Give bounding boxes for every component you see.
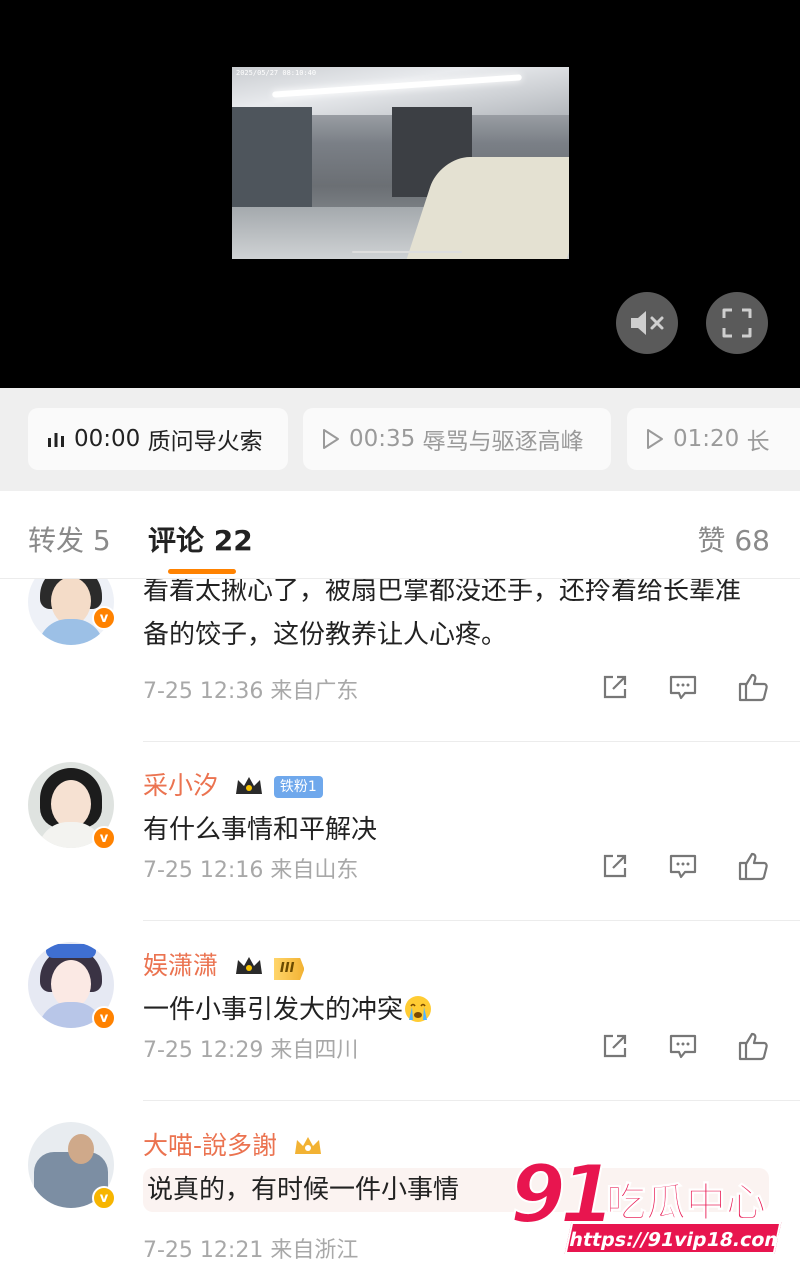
thumbs-up-icon [738,673,768,702]
comment-icon [669,1034,697,1059]
comment-icon [669,675,697,700]
comment-text: 有什么事情和平解决 [143,815,378,845]
reply-button[interactable] [666,1029,700,1063]
video-timestamp: 2025/05/27 08:10:40 [236,69,317,77]
fullscreen-button[interactable] [706,292,768,354]
chapter-item-0[interactable]: 00:00 质问导火索 [28,408,288,470]
share-button[interactable] [598,670,632,704]
play-icon [323,429,339,449]
share-icon [603,1034,627,1058]
crown-icon [235,957,262,974]
like-button[interactable] [736,849,770,883]
thumbs-up-icon [738,852,768,881]
interaction-tabs: 转发 5 评论 22 赞 68 [0,491,800,579]
speaker-mute-icon [631,311,664,335]
comment-text: 看着太揪心了，被扇巴掌都没还手，还拎着给长辈准备的饺子，这份教养让人心疼。 [143,579,742,650]
video-progress-bar[interactable] [352,251,462,253]
member-level-badge: III [273,958,305,980]
chapter-time: 00:35 [349,426,416,452]
chapter-title: 质问导火索 [147,429,263,455]
tab-repost[interactable]: 转发 5 [28,519,111,559]
crying-face-icon [405,996,432,1022]
share-icon [603,675,627,699]
video-player[interactable]: 2025/05/27 08:10:40 [0,0,800,388]
avatar-bow [46,944,96,958]
verified-badge-icon: v [92,1186,116,1210]
chapter-time: 01:20 [673,426,740,452]
crown-icon [235,777,262,794]
verified-badge-icon: v [92,606,116,630]
comment-author-name[interactable]: 采小汐 [143,771,218,800]
avatar-face [68,1134,94,1164]
tab-comments[interactable]: 评论 22 [148,519,253,559]
gold-crown-icon [294,1137,321,1154]
comment-author-name[interactable]: 大喵-說多謝 [143,1131,277,1160]
chapter-title: 辱骂与驱逐高峰 [422,429,584,455]
like-button[interactable] [736,1029,770,1063]
verified-badge-icon: v [92,1006,116,1030]
avatar-face [51,960,91,1008]
share-button[interactable] [598,849,632,883]
comment-divider [143,920,800,921]
play-icon [647,429,663,449]
active-tab-indicator [168,569,236,574]
chapter-item-1[interactable]: 00:35 辱骂与驱逐高峰 [303,408,611,470]
comment-divider [143,741,800,742]
avatar-face [51,780,91,828]
comment-actions [598,849,778,883]
comment-actions [598,670,778,704]
watermark-logo: 91 吃瓜中心 https://91vip18.com [509,1147,790,1256]
mute-button[interactable] [616,292,678,354]
like-button[interactable] [736,670,770,704]
chapter-item-2[interactable]: 01:20 长 [627,408,800,470]
watermark-url: https://91vip18.com [564,1222,787,1254]
watermark-text: 吃瓜中心 [606,1180,767,1227]
comment-meta: 7-25 12:16 来自山东 [143,858,359,883]
share-icon [603,854,627,878]
comment-author: 娱潇潇 III [143,946,305,982]
comment-meta: 7-25 12:29 来自四川 [143,1038,359,1063]
comment-meta: 7-25 12:36 来自广东 [143,679,359,704]
comment-author: 采小汐 铁粉1 [143,766,323,802]
share-button[interactable] [598,1029,632,1063]
comment-icon [669,854,697,879]
chapter-title: 长 [746,429,770,455]
audio-bars-icon [48,433,64,447]
video-scene-wall [232,107,312,217]
comment-text-content: 一件小事引发大的冲突 [143,995,404,1025]
comment-meta: 7-25 12:21 来自浙江 [143,1238,359,1263]
comment-author: 大喵-說多謝 [143,1126,323,1162]
thumbs-up-icon [738,1032,768,1061]
comment-actions [598,1029,778,1063]
chapter-time: 00:00 [74,426,141,452]
tab-likes[interactable]: 赞 68 [697,519,770,559]
verified-badge-icon: v [92,826,116,850]
reply-button[interactable] [666,849,700,883]
video-frame[interactable]: 2025/05/27 08:10:40 [232,67,569,259]
chapter-bar: 00:00 质问导火索 00:35 辱骂与驱逐高峰 01:20 长 [0,388,800,491]
comment-author-name[interactable]: 娱潇潇 [143,951,218,980]
fan-level-badge: 铁粉1 [273,776,323,798]
reply-button[interactable] [666,670,700,704]
comment-text: 一件小事引发大的冲突 [143,988,763,1032]
comment-divider [143,1100,800,1101]
fullscreen-icon [722,308,752,338]
